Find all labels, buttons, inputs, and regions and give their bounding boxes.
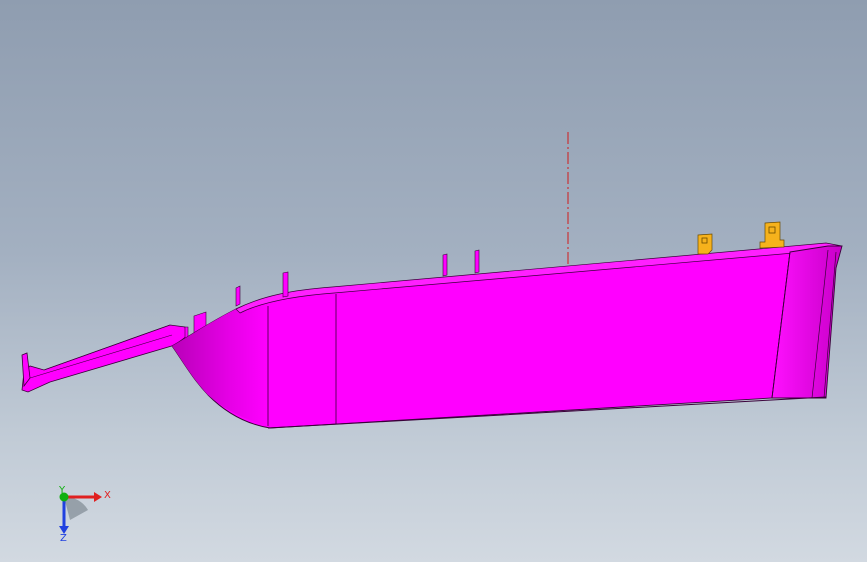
mount-tab-1[interactable] <box>697 233 713 255</box>
mount-tab-2[interactable] <box>759 221 785 249</box>
x-axis-label: X <box>104 490 111 501</box>
x-axis-arrowhead <box>94 492 102 502</box>
z-axis-label: Z <box>60 533 67 544</box>
deck-post-3[interactable] <box>442 253 448 277</box>
y-axis-label: Y <box>58 485 66 496</box>
graphics-viewport[interactable]: X Y Z <box>0 0 867 562</box>
triad-shadow <box>64 496 88 520</box>
deck-post-2[interactable] <box>282 271 289 298</box>
deck-post-4[interactable] <box>474 249 480 274</box>
deck-post-1[interactable] <box>235 285 241 307</box>
coordinate-triad: X Y Z <box>58 485 111 544</box>
hull-bow-curve <box>172 300 268 426</box>
model-view[interactable]: X Y Z <box>0 0 867 562</box>
tail-ramp[interactable] <box>21 324 188 393</box>
